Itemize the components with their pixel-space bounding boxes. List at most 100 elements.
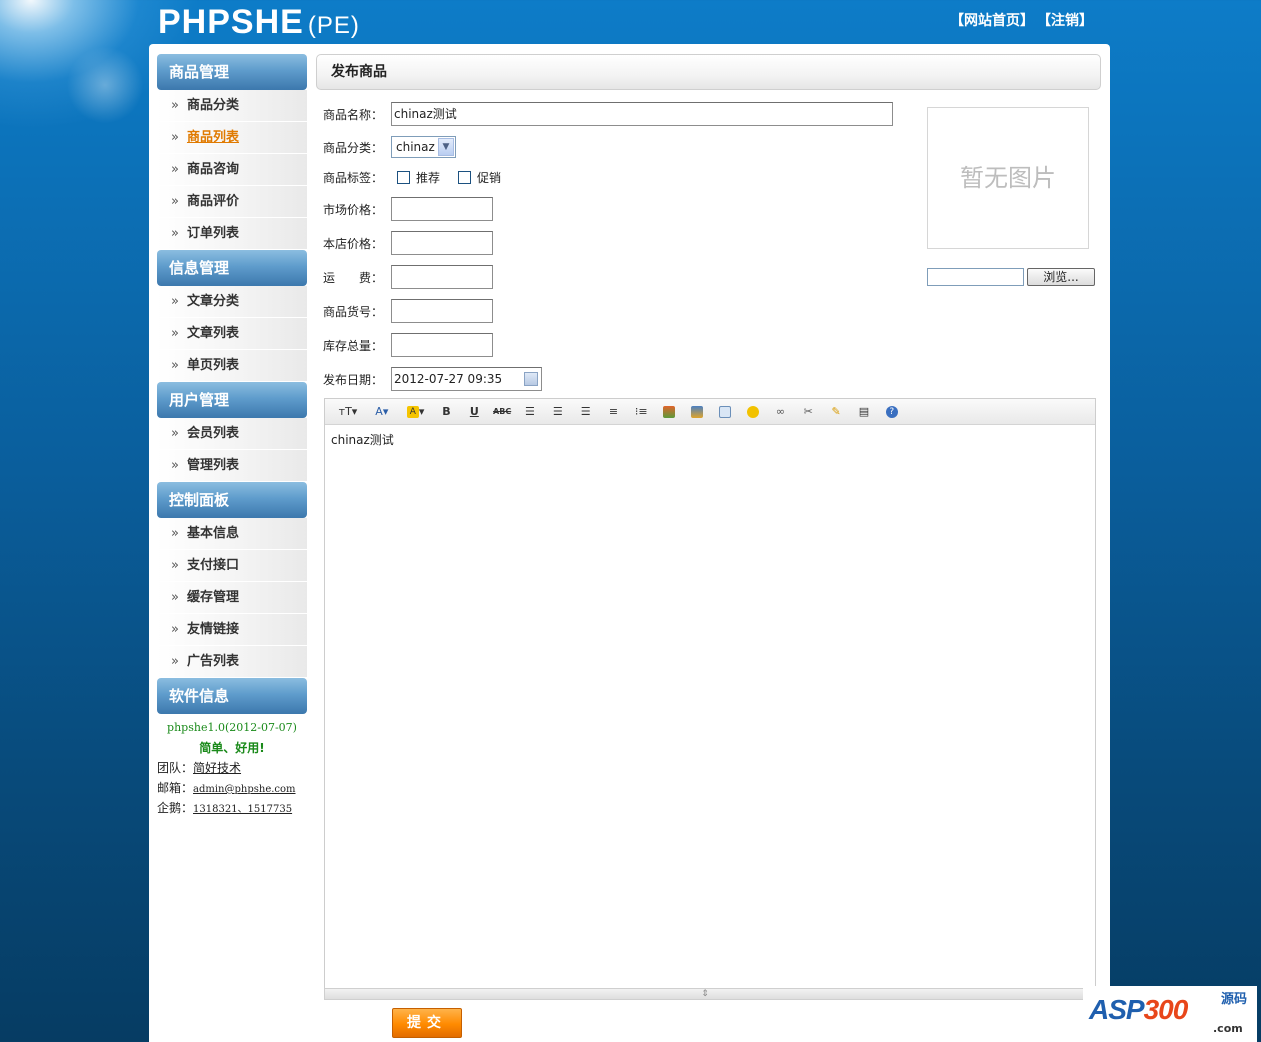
top-links: 【网站首页】 【注销】 bbox=[950, 10, 1103, 30]
sidebar-item-basic-info[interactable]: » 基本信息 bbox=[157, 518, 307, 550]
sidebar-section-goods[interactable]: 商品管理 bbox=[157, 54, 307, 90]
sidebar-item-ads[interactable]: » 广告列表 bbox=[157, 646, 307, 678]
sidebar-item-article-category[interactable]: » 文章分类 bbox=[157, 286, 307, 318]
clear-format-icon[interactable]: ✎ bbox=[826, 402, 846, 422]
flash-icon[interactable] bbox=[715, 402, 735, 422]
sidebar-item-label: 支付接口 bbox=[186, 558, 239, 573]
arrow-icon: » bbox=[171, 426, 179, 441]
promo-checkbox[interactable] bbox=[458, 171, 472, 184]
image-icon[interactable] bbox=[659, 402, 679, 422]
sidebar-item-cache[interactable]: » 缓存管理 bbox=[157, 582, 307, 614]
sidebar-section-users[interactable]: 用户管理 bbox=[157, 382, 307, 418]
font-color-icon[interactable]: A▾ bbox=[369, 402, 395, 422]
logout-link[interactable]: 【注销】 bbox=[1044, 13, 1093, 29]
help-icon[interactable]: ? bbox=[882, 402, 902, 422]
sidebar-item-links[interactable]: » 友情链接 bbox=[157, 614, 307, 646]
sku-label: 商品货号： bbox=[323, 304, 384, 319]
submit-button[interactable]: 提交 bbox=[392, 1008, 462, 1038]
recommend-checkbox[interactable] bbox=[397, 171, 410, 184]
strikethrough-icon[interactable]: ABC bbox=[492, 402, 512, 422]
category-select[interactable]: chinaz ▼ bbox=[391, 136, 456, 158]
watermark-com: .com bbox=[1213, 1022, 1243, 1035]
highlight-icon[interactable]: A ▾ bbox=[403, 402, 429, 422]
sidebar-item-payment[interactable]: » 支付接口 bbox=[157, 550, 307, 582]
date-row: 发布日期： 2012-07-27 09:35 bbox=[323, 367, 542, 391]
arrow-icon: » bbox=[171, 558, 179, 573]
link-icon[interactable]: ∞ bbox=[770, 402, 790, 422]
chevron-down-icon: ▼ bbox=[438, 138, 454, 156]
calendar-icon[interactable] bbox=[524, 372, 538, 386]
site-logo: PHPSHE (PE) bbox=[158, 3, 360, 42]
page-title: 发布商品 bbox=[316, 54, 1101, 90]
sidebar-item-member-list[interactable]: » 会员列表 bbox=[157, 418, 307, 450]
align-right-icon[interactable]: ☰ bbox=[576, 402, 596, 422]
unordered-list-icon[interactable]: ⁝≡ bbox=[631, 402, 651, 422]
sidebar-item-order-list[interactable]: » 订单列表 bbox=[157, 218, 307, 250]
shop-price-row: 本店价格： bbox=[323, 231, 493, 255]
emoticon-icon[interactable] bbox=[743, 402, 763, 422]
sidebar-section-info[interactable]: 信息管理 bbox=[157, 250, 307, 286]
sidebar-item-label: 缓存管理 bbox=[186, 590, 239, 605]
sku-input[interactable] bbox=[391, 299, 493, 323]
sidebar-item-article-list[interactable]: » 文章列表 bbox=[157, 318, 307, 350]
name-row: 商品名称： chinaz测试 bbox=[323, 102, 893, 126]
sidebar-item-label: 文章分类 bbox=[186, 294, 239, 309]
sidebar-item-label: 商品列表 bbox=[186, 130, 239, 145]
category-label: 商品分类： bbox=[323, 140, 384, 155]
arrow-icon: » bbox=[171, 654, 179, 669]
watermark-text-a: ASP bbox=[1089, 994, 1145, 1025]
watermark-logo: ASP300 bbox=[1089, 994, 1189, 1026]
arrow-icon: » bbox=[171, 294, 179, 309]
stock-input[interactable] bbox=[391, 333, 493, 357]
arrow-icon: » bbox=[171, 130, 179, 145]
editor-content[interactable]: chinaz测试 bbox=[325, 425, 1095, 987]
arrow-icon: » bbox=[171, 98, 179, 113]
sidebar-item-label: 商品分类 bbox=[186, 98, 239, 113]
qq-link[interactable]: 1318321、1517735 bbox=[193, 804, 292, 815]
email-link[interactable]: admin@phpshe.com bbox=[193, 784, 296, 795]
ordered-list-icon[interactable]: ≡ bbox=[603, 402, 623, 422]
market-price-row: 市场价格： bbox=[323, 197, 493, 221]
date-input[interactable]: 2012-07-27 09:35 bbox=[391, 367, 542, 391]
watermark-side: 源码 bbox=[1221, 992, 1248, 1007]
browse-button[interactable]: 浏览... bbox=[1027, 268, 1095, 286]
team-label: 团队： bbox=[157, 761, 194, 775]
file-path-input[interactable] bbox=[927, 268, 1024, 286]
category-row: 商品分类： chinaz ▼ bbox=[323, 136, 456, 158]
arrow-icon: » bbox=[171, 622, 179, 637]
shipping-input[interactable] bbox=[391, 265, 493, 289]
sidebar-item-goods-review[interactable]: » 商品评价 bbox=[157, 186, 307, 218]
underline-icon[interactable]: U bbox=[464, 402, 484, 422]
shop-price-input[interactable] bbox=[391, 231, 493, 255]
font-size-icon[interactable]: ᴛT▾ bbox=[335, 402, 361, 422]
lens-flare bbox=[60, 40, 150, 130]
market-price-input[interactable] bbox=[391, 197, 493, 221]
qq-label: 企鹅： bbox=[157, 801, 194, 815]
sidebar-item-goods-category[interactable]: » 商品分类 bbox=[157, 90, 307, 122]
team-link[interactable]: 简好技术 bbox=[193, 761, 241, 775]
sidebar-section-control[interactable]: 控制面板 bbox=[157, 482, 307, 518]
editor-resize-handle[interactable]: ⇕ bbox=[324, 988, 1086, 1000]
email-row: 邮箱：admin@phpshe.com bbox=[157, 778, 307, 798]
sku-row: 商品货号： bbox=[323, 299, 493, 323]
arrow-icon: » bbox=[171, 326, 179, 341]
editor-toolbar: ᴛT▾ A▾ A ▾ B U ABC ☰ ☰ ☰ ≡ ⁝≡ ∞ ✂ ✎ ▤ ? bbox=[325, 399, 1095, 425]
bold-icon[interactable]: B bbox=[436, 402, 456, 422]
source-icon[interactable]: ▤ bbox=[854, 402, 874, 422]
home-link[interactable]: 【网站首页】 bbox=[950, 13, 1034, 29]
align-left-icon[interactable]: ☰ bbox=[520, 402, 540, 422]
date-value: 2012-07-27 09:35 bbox=[394, 372, 503, 386]
sidebar-item-label: 会员列表 bbox=[186, 426, 239, 441]
arrow-icon: » bbox=[171, 226, 179, 241]
sidebar-item-goods-inquiry[interactable]: » 商品咨询 bbox=[157, 154, 307, 186]
sidebar-item-admin-list[interactable]: » 管理列表 bbox=[157, 450, 307, 482]
sidebar-item-page-list[interactable]: » 单页列表 bbox=[157, 350, 307, 382]
watermark-text-b: 300 bbox=[1143, 994, 1189, 1025]
unlink-icon[interactable]: ✂ bbox=[798, 402, 818, 422]
sidebar-item-goods-list[interactable]: » 商品列表 bbox=[157, 122, 307, 154]
sidebar-item-label: 管理列表 bbox=[186, 458, 239, 473]
align-center-icon[interactable]: ☰ bbox=[548, 402, 568, 422]
name-input[interactable]: chinaz测试 bbox=[391, 102, 893, 126]
sidebar-item-label: 友情链接 bbox=[186, 622, 239, 637]
multi-image-icon[interactable] bbox=[687, 402, 707, 422]
